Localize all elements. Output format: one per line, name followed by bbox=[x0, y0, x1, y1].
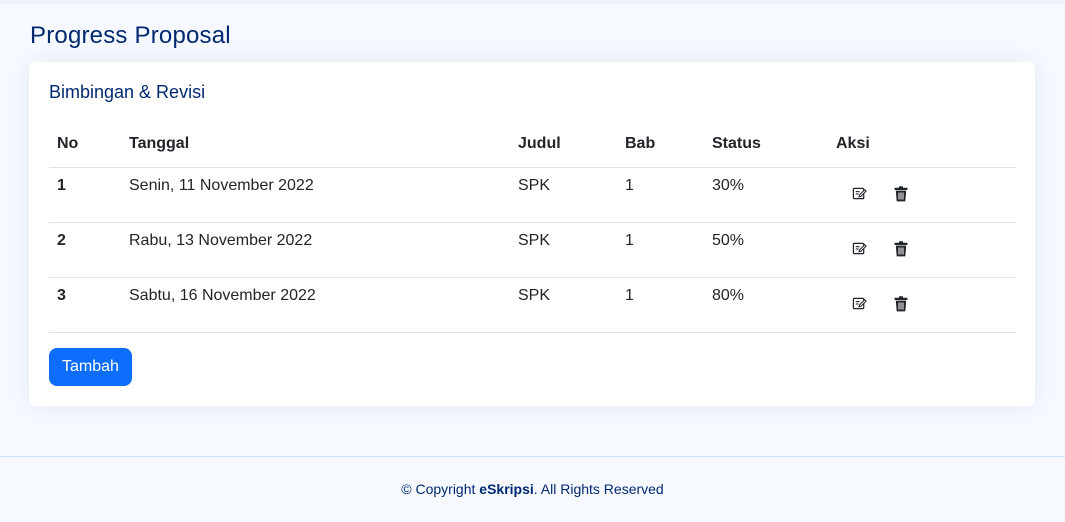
guidance-card: Bimbingan & Revisi No Tanggal Judul Bab … bbox=[29, 62, 1035, 406]
cell-tanggal: Rabu, 13 November 2022 bbox=[121, 222, 510, 278]
edit-icon[interactable] bbox=[850, 295, 868, 313]
header-bab: Bab bbox=[617, 122, 704, 168]
trash-icon[interactable] bbox=[892, 240, 910, 258]
footer: © Copyright eSkripsi. All Rights Reserve… bbox=[0, 456, 1065, 522]
cell-bab: 1 bbox=[617, 167, 704, 223]
cell-tanggal: Senin, 11 November 2022 bbox=[121, 167, 510, 223]
copyright-prefix: © Copyright bbox=[401, 481, 480, 497]
table-row: 3 Sabtu, 16 November 2022 SPK 1 80% bbox=[49, 277, 1016, 333]
top-header-strip bbox=[0, 0, 1065, 4]
copyright-brand: eSkripsi bbox=[479, 481, 534, 497]
cell-aksi bbox=[828, 277, 1016, 333]
cell-no: 2 bbox=[49, 222, 121, 278]
header-aksi: Aksi bbox=[828, 122, 1016, 168]
cell-aksi bbox=[828, 222, 1016, 278]
cell-no: 3 bbox=[49, 277, 121, 333]
header-status: Status bbox=[704, 122, 828, 168]
trash-icon[interactable] bbox=[892, 295, 910, 313]
add-button[interactable]: Tambah bbox=[49, 348, 132, 386]
header-judul: Judul bbox=[510, 122, 617, 168]
cell-tanggal: Sabtu, 16 November 2022 bbox=[121, 277, 510, 333]
cell-status: 50% bbox=[704, 222, 828, 278]
page: Progress Proposal Bimbingan & Revisi No … bbox=[0, 0, 1065, 522]
header-tanggal: Tanggal bbox=[121, 122, 510, 168]
copyright-suffix: . All Rights Reserved bbox=[533, 481, 664, 497]
cell-bab: 1 bbox=[617, 277, 704, 333]
header-no: No bbox=[49, 122, 121, 168]
guidance-table: No Tanggal Judul Bab Status Aksi 1 Senin… bbox=[49, 122, 1016, 333]
page-title: Progress Proposal bbox=[30, 22, 231, 49]
edit-icon[interactable] bbox=[850, 240, 868, 258]
cell-judul: SPK bbox=[510, 222, 617, 278]
cell-judul: SPK bbox=[510, 277, 617, 333]
card-title: Bimbingan & Revisi bbox=[49, 82, 206, 102]
cell-no: 1 bbox=[49, 167, 121, 223]
cell-bab: 1 bbox=[617, 222, 704, 278]
table-row: 2 Rabu, 13 November 2022 SPK 1 50% bbox=[49, 222, 1016, 278]
cell-aksi bbox=[828, 167, 1016, 223]
edit-icon[interactable] bbox=[850, 185, 868, 203]
cell-status: 30% bbox=[704, 167, 828, 223]
table-header-row: No Tanggal Judul Bab Status Aksi bbox=[49, 122, 1016, 168]
table-row: 1 Senin, 11 November 2022 SPK 1 30% bbox=[49, 167, 1016, 223]
cell-judul: SPK bbox=[510, 167, 617, 223]
cell-status: 80% bbox=[704, 277, 828, 333]
trash-icon[interactable] bbox=[892, 185, 910, 203]
